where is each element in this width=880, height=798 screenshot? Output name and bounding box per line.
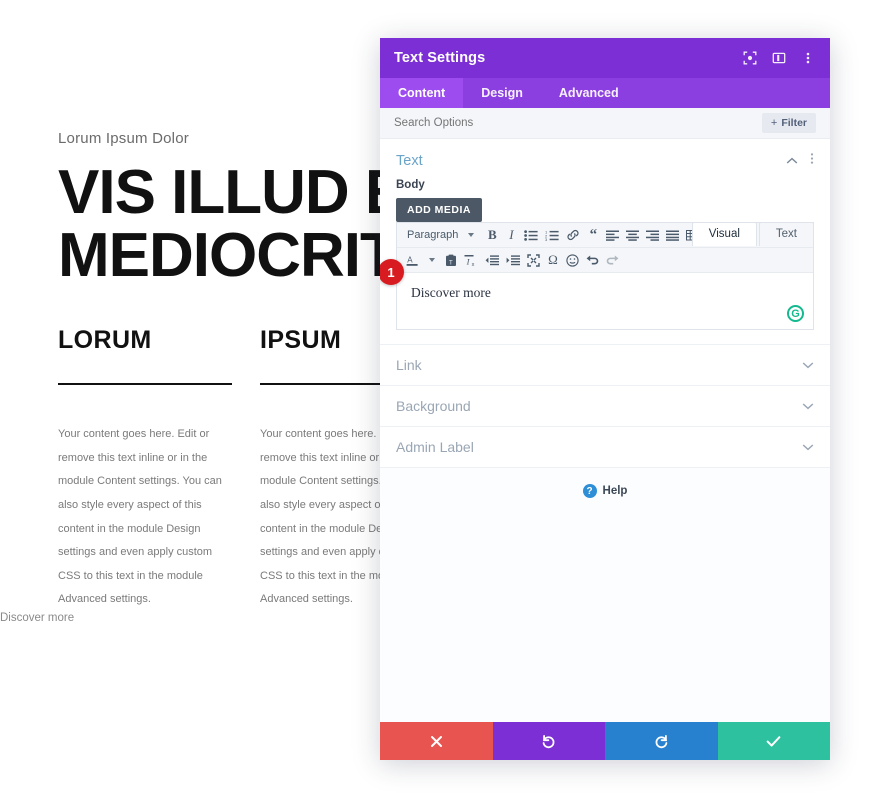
column-heading: LORUM bbox=[58, 326, 152, 354]
discover-more-link[interactable]: Discover more bbox=[0, 612, 200, 624]
kebab-menu-icon[interactable] bbox=[800, 50, 816, 66]
search-input[interactable] bbox=[394, 117, 762, 129]
section-kebab-icon[interactable] bbox=[810, 152, 814, 170]
svg-text:A: A bbox=[407, 255, 413, 264]
format-select[interactable]: Paragraph bbox=[403, 229, 482, 241]
add-media-button[interactable]: ADD MEDIA bbox=[396, 198, 482, 222]
numbered-list-icon[interactable]: 1 2 3 bbox=[542, 226, 562, 244]
align-center-icon[interactable] bbox=[623, 226, 642, 244]
modal-action-bar bbox=[380, 722, 830, 760]
section-text-title: Text bbox=[396, 153, 423, 169]
filter-button-label: Filter bbox=[781, 117, 807, 129]
editor-content-area[interactable]: 1 Discover more G bbox=[380, 259, 813, 329]
undo-button[interactable] bbox=[492, 722, 605, 760]
special-character-icon[interactable]: Ω bbox=[544, 251, 562, 269]
filter-button[interactable]: + Filter bbox=[761, 113, 816, 133]
undo-icon[interactable] bbox=[583, 251, 602, 269]
outdent-icon[interactable] bbox=[482, 251, 502, 269]
body-field-label: Body bbox=[396, 179, 425, 191]
fullscreen-icon[interactable] bbox=[742, 50, 758, 66]
help-icon: ? bbox=[582, 484, 597, 498]
modal-title: Text Settings bbox=[394, 50, 486, 66]
svg-text:T: T bbox=[449, 260, 453, 266]
editor-toolbar-row-2: A T I x Ω bbox=[397, 248, 813, 273]
feature-column: LORUM Your content goes here. Edit or re… bbox=[58, 326, 232, 612]
chevron-down-icon[interactable] bbox=[802, 438, 814, 456]
svg-text:3: 3 bbox=[545, 237, 548, 241]
search-options-row: + Filter bbox=[380, 108, 830, 139]
chevron-down-icon bbox=[468, 233, 475, 237]
tab-visual[interactable]: Visual bbox=[691, 222, 757, 246]
section-background[interactable]: Background bbox=[380, 386, 830, 427]
editor-mode-tabs: Visual Text bbox=[691, 222, 814, 246]
italic-icon[interactable]: I bbox=[502, 226, 520, 244]
layout-view-icon[interactable] bbox=[771, 50, 787, 66]
tab-advanced[interactable]: Advanced bbox=[541, 78, 637, 108]
section-text-controls bbox=[786, 152, 814, 170]
align-justify-icon[interactable] bbox=[663, 226, 682, 244]
tab-text[interactable]: Text bbox=[758, 222, 814, 246]
indent-icon[interactable] bbox=[503, 251, 523, 269]
svg-text:x: x bbox=[472, 262, 475, 267]
svg-text:I: I bbox=[466, 256, 471, 266]
section-admin-label[interactable]: Admin Label bbox=[380, 427, 830, 468]
chevron-down-icon[interactable] bbox=[802, 397, 814, 415]
help-row[interactable]: ? Help bbox=[380, 468, 830, 514]
text-color-dropdown-icon[interactable] bbox=[423, 251, 441, 269]
clear-formatting-icon[interactable]: I x bbox=[461, 251, 481, 269]
align-left-icon[interactable] bbox=[603, 226, 622, 244]
section-link[interactable]: Link bbox=[380, 345, 830, 386]
section-text-header[interactable]: Text bbox=[380, 139, 830, 179]
emoji-icon[interactable] bbox=[563, 251, 582, 269]
modal-body: Text Body ADD MEDIA Visual Text Paragrap… bbox=[380, 139, 830, 722]
plus-icon: + bbox=[770, 117, 778, 129]
redo-icon[interactable] bbox=[603, 251, 622, 269]
bulleted-list-icon[interactable] bbox=[521, 226, 541, 244]
modal-header: Text Settings bbox=[380, 38, 830, 78]
blockquote-icon[interactable]: “ bbox=[584, 226, 602, 244]
text-color-icon[interactable]: A bbox=[403, 251, 422, 269]
column-divider bbox=[58, 383, 232, 385]
fullscreen-editor-icon[interactable] bbox=[524, 251, 543, 269]
chevron-down-icon[interactable] bbox=[802, 356, 814, 374]
cancel-button[interactable] bbox=[380, 722, 493, 760]
editor-content-text: Discover more bbox=[411, 285, 491, 300]
redo-button[interactable] bbox=[605, 722, 718, 760]
section-admin-label-title: Admin Label bbox=[396, 439, 474, 455]
tab-content[interactable]: Content bbox=[380, 78, 464, 108]
help-label: Help bbox=[602, 485, 628, 497]
section-background-title: Background bbox=[396, 398, 471, 414]
wysiwyg-editor: Visual Text Paragraph B I 1 2 3 “ A T I … bbox=[380, 222, 814, 330]
save-button[interactable] bbox=[717, 722, 830, 760]
column-body: Your content goes here. Edit or remove t… bbox=[58, 428, 222, 606]
step-marker-badge: 1 bbox=[380, 259, 404, 285]
bold-icon[interactable]: B bbox=[483, 226, 501, 244]
modal-header-actions bbox=[742, 50, 816, 66]
format-select-value: Paragraph bbox=[407, 229, 459, 241]
body-field: Body ADD MEDIA Visual Text Paragraph B I… bbox=[380, 179, 830, 344]
grammarly-icon[interactable]: G bbox=[787, 305, 804, 322]
chevron-up-icon[interactable] bbox=[786, 152, 798, 170]
align-right-icon[interactable] bbox=[643, 226, 662, 244]
link-icon[interactable] bbox=[563, 226, 583, 244]
section-text: Text Body ADD MEDIA Visual Text Paragrap… bbox=[380, 139, 830, 345]
paste-as-text-icon[interactable]: T bbox=[442, 251, 460, 269]
section-link-title: Link bbox=[396, 357, 422, 373]
modal-tabs: Content Design Advanced bbox=[380, 78, 830, 108]
text-settings-modal: Text Settings Content Design Advanced Se… bbox=[380, 38, 830, 760]
tab-design[interactable]: Design bbox=[463, 78, 541, 108]
